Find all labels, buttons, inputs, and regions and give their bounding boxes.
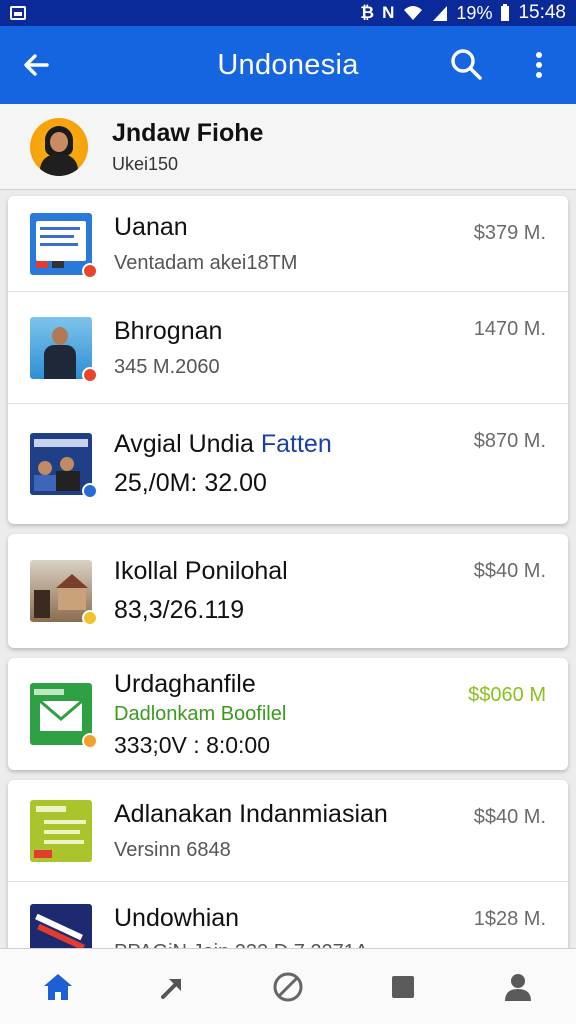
person-photo-thumbnail <box>30 316 98 383</box>
nav-block[interactable] <box>258 957 318 1017</box>
envelope-thumbnail <box>30 683 98 749</box>
item-price: 1$28 M. <box>473 908 546 930</box>
status-bar: ₿ N 19% 15:48 <box>0 0 576 26</box>
nfc-icon: N <box>382 3 395 22</box>
item-subtitle: 83,3/26.119 <box>114 596 245 624</box>
nav-square[interactable] <box>373 957 433 1017</box>
wifi-icon <box>404 6 423 20</box>
nav-profile[interactable] <box>488 957 548 1017</box>
home-icon <box>43 973 72 1000</box>
list-item[interactable]: Avgial Undia Fatten 25,/0M: 32.00 $870 M… <box>8 404 568 524</box>
item-price: $$060 M <box>468 684 546 706</box>
app-bar: Undonesia <box>0 26 576 104</box>
list-item[interactable]: Uanan Ventadam akei18TM $379 M. <box>8 196 568 292</box>
item-price: $$40 M. <box>473 560 546 582</box>
person-icon <box>505 973 532 1001</box>
battery-percent: 19% <box>456 2 493 23</box>
search-button[interactable] <box>448 46 486 84</box>
item-subtitle: Versinn 6848 <box>114 838 231 861</box>
page-title: Undonesia <box>217 48 359 81</box>
search-icon <box>451 49 482 80</box>
signal-icon <box>433 6 448 21</box>
item-price: $379 M. <box>473 222 546 244</box>
profile-header[interactable]: Jndaw Fiohe Ukei150 <box>0 104 576 190</box>
house-photo-thumbnail <box>30 560 98 626</box>
list-card: Ikollal Ponilohal 83,3/26.119 $$40 M. <box>8 534 568 648</box>
back-button[interactable] <box>0 26 72 104</box>
list-item[interactable]: Urdaghanfile Dadlonkam Boofilel 333;0V :… <box>8 658 568 770</box>
document-thumbnail <box>30 212 98 279</box>
list-item[interactable]: Bhrognan 345 M.2060 1470 M. <box>8 292 568 404</box>
clock: 15:48 <box>518 2 566 23</box>
arrow-back-icon <box>24 54 49 76</box>
bottom-nav <box>0 948 576 1024</box>
list-item[interactable]: Ikollal Ponilohal 83,3/26.119 $$40 M. <box>8 534 568 648</box>
item-price: 1470 M. <box>473 318 546 340</box>
battery-icon <box>501 4 510 21</box>
profile-name: Jndaw Fiohe <box>112 118 264 147</box>
list-card: Uanan Ventadam akei18TM $379 M. Bhrognan… <box>8 196 568 524</box>
share-arrow-icon <box>160 978 181 999</box>
item-title-accent: Fatten <box>260 430 332 458</box>
avatar <box>30 117 88 176</box>
profile-subtitle: Ukei150 <box>112 153 179 174</box>
item-subtitle: Ventadam akei18TM <box>114 251 298 274</box>
bitcoin-icon: ₿ <box>360 3 375 22</box>
item-list: Uanan Ventadam akei18TM $379 M. Bhrognan… <box>8 196 568 972</box>
item-subtitle: 345 M.2060 <box>114 355 220 378</box>
nav-home[interactable] <box>28 957 88 1017</box>
notification-icon <box>10 6 26 20</box>
block-icon <box>273 972 303 1001</box>
more-vert-icon[interactable] <box>524 46 554 84</box>
item-price: $870 M. <box>473 430 546 452</box>
item-price: $$40 M. <box>473 806 546 828</box>
nav-share[interactable] <box>143 957 203 1017</box>
list-card: Urdaghanfile Dadlonkam Boofilel 333;0V :… <box>8 658 568 770</box>
form-thumbnail <box>30 799 92 862</box>
list-item[interactable]: Adlanakan Indanmiasian Versinn 6848 $$40… <box>8 780 568 882</box>
item-title-main: Avgial Undia <box>114 430 261 458</box>
square-icon <box>392 975 415 998</box>
item-detail: 333;0V : 8:0:00 <box>114 731 271 758</box>
group-photo-thumbnail <box>30 433 98 499</box>
item-subtitle: 25,/0M: 32.00 <box>114 469 267 497</box>
list-card: Adlanakan Indanmiasian Versinn 6848 $$40… <box>8 780 568 962</box>
